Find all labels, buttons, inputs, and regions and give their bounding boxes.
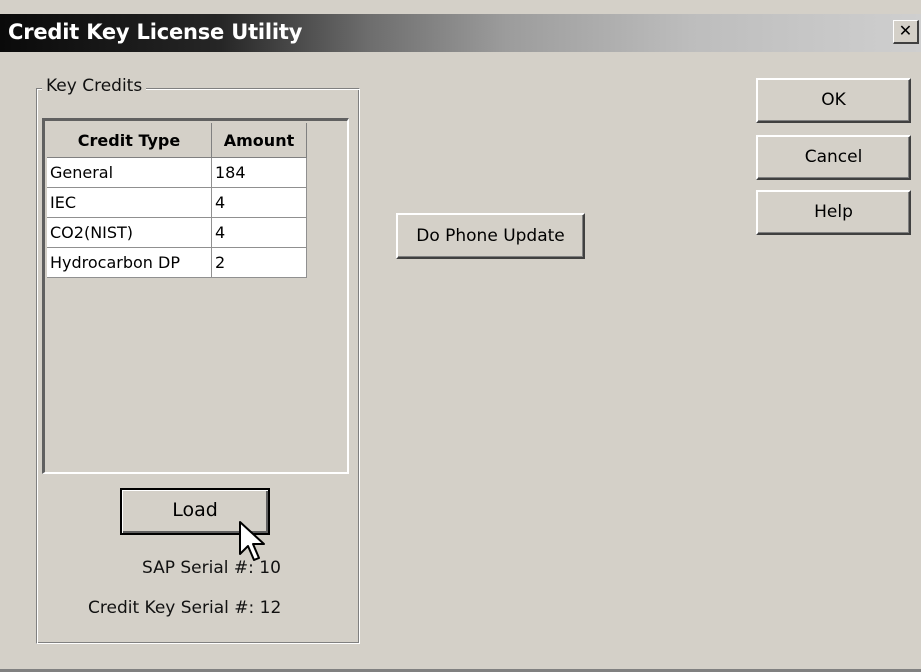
table-row[interactable]: General 184 xyxy=(47,157,307,188)
license-utility-window: Credit Key License Utility ✕ Key Credits… xyxy=(0,0,921,672)
close-button[interactable]: ✕ xyxy=(893,20,919,44)
window-title: Credit Key License Utility xyxy=(8,20,303,44)
table-row[interactable]: Hydrocarbon DP 2 xyxy=(47,247,307,278)
mouse-pointer-icon xyxy=(239,521,265,561)
grid-header-row: Credit Type Amount xyxy=(47,123,307,158)
table-row[interactable]: IEC 4 xyxy=(47,187,307,218)
credit-type-cell[interactable]: CO2(NIST) xyxy=(47,217,212,248)
amount-cell[interactable]: 4 xyxy=(211,217,307,248)
key-credits-group-title: Key Credits xyxy=(42,76,147,96)
credit-type-cell[interactable]: Hydrocarbon DP xyxy=(47,247,212,278)
close-icon: ✕ xyxy=(898,21,913,40)
column-header-credit-type[interactable]: Credit Type xyxy=(47,123,212,158)
column-header-amount[interactable]: Amount xyxy=(211,123,307,158)
credits-grid[interactable]: Credit Type Amount General 184 IEC 4 CO2… xyxy=(42,118,349,474)
credit-key-serial-label: Credit Key Serial #: 12 xyxy=(88,598,282,618)
title-bar[interactable]: Credit Key License Utility ✕ xyxy=(0,14,921,52)
table-row[interactable]: CO2(NIST) 4 xyxy=(47,217,307,248)
help-button[interactable]: Help xyxy=(756,190,911,235)
credit-type-cell[interactable]: IEC xyxy=(47,187,212,218)
cancel-button[interactable]: Cancel xyxy=(756,135,911,180)
do-phone-update-button[interactable]: Do Phone Update xyxy=(396,213,585,259)
amount-cell[interactable]: 184 xyxy=(211,157,307,188)
ok-button[interactable]: OK xyxy=(756,78,911,123)
credits-table: Credit Type Amount General 184 IEC 4 CO2… xyxy=(47,123,307,278)
credit-type-cell[interactable]: General xyxy=(47,157,212,188)
amount-cell[interactable]: 2 xyxy=(211,247,307,278)
amount-cell[interactable]: 4 xyxy=(211,187,307,218)
